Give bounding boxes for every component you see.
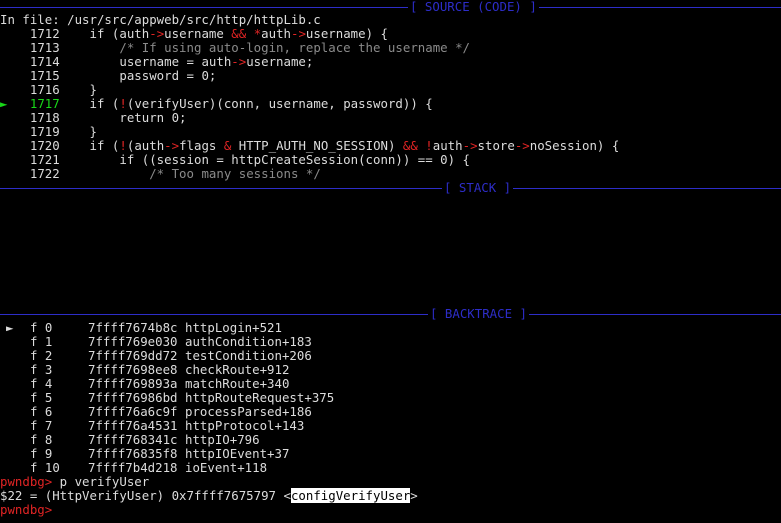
backtrace-frame[interactable]: f 1 7ffff769e030 authCondition+183: [0, 335, 312, 349]
frame-symbol: httpRouteRequest+375: [185, 390, 335, 405]
frame-address: 7ffff769dd72: [88, 348, 178, 363]
console-command-line[interactable]: pwndbg> p verifyUser: [0, 475, 149, 489]
source-line: ► 1717 if (!(verifyUser)(conn, username,…: [0, 97, 433, 111]
frame-address: 7ffff769e030: [88, 334, 178, 349]
frame-symbol: processParsed+186: [185, 404, 312, 419]
console-final-prompt: pwndbg>: [0, 502, 53, 517]
frame-address: 7ffff76986bd: [88, 390, 178, 405]
line-number: 1719: [29, 124, 60, 139]
backtrace-frame[interactable]: f 10 7ffff7b4d218 ioEvent+118: [0, 461, 267, 475]
console-result-suffix: >: [410, 488, 418, 503]
console-prompt: pwndbg>: [0, 474, 53, 489]
frame-index: f 2: [30, 348, 53, 363]
backtrace-frame[interactable]: f 7 7ffff76a4531 httpProtocol+143: [0, 419, 304, 433]
code-text: /* If using auto-login, replace the user…: [59, 40, 470, 55]
code-text: /* Too many sessions */: [59, 166, 321, 181]
line-number: 1718: [29, 110, 60, 125]
source-line: 1718 return 0;: [0, 111, 187, 125]
frame-index: f 3: [30, 362, 53, 377]
terminal-window[interactable]: [ SOURCE (CODE) ] In file: /usr/src/appw…: [0, 0, 781, 523]
current-frame-marker-icon: ►: [6, 320, 14, 335]
code-text: if (auth->username && *auth->username) {: [59, 26, 388, 41]
stack-separator: [ STACK ]: [0, 181, 781, 195]
code-text: if (!(auth->flags & HTTP_AUTH_NO_SESSION…: [59, 138, 620, 153]
frame-symbol: httpIO+796: [185, 432, 260, 447]
frame-index: f 4: [30, 376, 53, 391]
frame-index: f 8: [30, 432, 53, 447]
source-line: 1712 if (auth->username && *auth->userna…: [0, 27, 388, 41]
line-number: 1716: [29, 82, 60, 97]
line-number: 1715: [29, 68, 60, 83]
source-line: 1721 if ((session = httpCreateSession(co…: [0, 153, 470, 167]
source-line: 1719 }: [0, 125, 97, 139]
line-number: 1712: [29, 26, 60, 41]
source-line: 1714 username = auth->username;: [0, 55, 313, 69]
backtrace-frame[interactable]: f 8 7ffff768341c httpIO+796: [0, 433, 260, 447]
code-text: username = auth->username;: [59, 54, 314, 69]
console-result-line: $22 = (HttpVerifyUser) 0x7ffff7675797 <c…: [0, 488, 418, 503]
frame-address: 7ffff768341c: [88, 432, 178, 447]
source-line: 1713 /* If using auto-login, replace the…: [0, 41, 470, 55]
source-header: [ SOURCE (CODE) ]: [408, 0, 539, 14]
backtrace-frame[interactable]: f 2 7ffff769dd72 testCondition+206: [0, 349, 312, 363]
line-number: 1721: [29, 152, 60, 167]
frame-symbol: ioEvent+118: [185, 460, 268, 475]
console-result-prefix: $22 = (HttpVerifyUser) 0x7ffff7675797 <: [0, 488, 291, 503]
frame-address: 7ffff76a4531: [88, 418, 178, 433]
frame-symbol: matchRoute+340: [185, 376, 290, 391]
stack-header: [ STACK ]: [442, 180, 514, 195]
line-number: 1713: [29, 40, 60, 55]
code-text: }: [59, 82, 98, 97]
frame-address: 7ffff7b4d218: [88, 460, 178, 475]
backtrace-separator: [ BACKTRACE ]: [0, 307, 781, 321]
source-line: 1722 /* Too many sessions */: [0, 167, 321, 181]
code-text: password = 0;: [59, 68, 217, 83]
code-text: return 0;: [59, 110, 187, 125]
line-number: 1714: [29, 54, 60, 69]
frame-index: f 7: [30, 418, 53, 433]
line-number: 1720: [29, 138, 60, 153]
frame-symbol: httpIOEvent+37: [185, 446, 290, 461]
frame-address: 7ffff7698ee8: [88, 362, 178, 377]
console-result-symbol: configVerifyUser: [290, 488, 411, 503]
frame-index: f 5: [30, 390, 53, 405]
backtrace-frame[interactable]: f 9 7ffff76835f8 httpIOEvent+37: [0, 447, 289, 461]
frame-index: f 10: [30, 460, 60, 475]
backtrace-frame[interactable]: ► f 0 7ffff7674b8c httpLogin+521: [0, 321, 282, 335]
source-line: 1716 }: [0, 83, 97, 97]
frame-symbol: testCondition+206: [185, 348, 312, 363]
frame-symbol: checkRoute+912: [185, 362, 290, 377]
line-number: 1722: [29, 166, 60, 181]
console-command: p verifyUser: [52, 474, 150, 489]
source-line: 1715 password = 0;: [0, 68, 217, 83]
frame-index: f 9: [30, 446, 53, 461]
source-line: 1720 if (!(auth->flags & HTTP_AUTH_NO_SE…: [0, 139, 619, 153]
line-number: 1717: [29, 96, 60, 111]
code-text: }: [59, 124, 98, 139]
backtrace-header: [ BACKTRACE ]: [428, 306, 529, 321]
frame-address: 7ffff769893a: [88, 376, 178, 391]
frame-address: 7ffff76a6c9f: [88, 404, 178, 419]
frame-index: f 1: [30, 334, 53, 349]
backtrace-frame[interactable]: f 6 7ffff76a6c9f processParsed+186: [0, 405, 312, 419]
code-text: if ((session = httpCreateSession(conn)) …: [59, 152, 470, 167]
backtrace-frame[interactable]: f 5 7ffff76986bd httpRouteRequest+375: [0, 391, 334, 405]
backtrace-frame[interactable]: f 4 7ffff769893a matchRoute+340: [0, 377, 289, 391]
console-input-line[interactable]: pwndbg>: [0, 503, 52, 517]
frame-address: 7ffff7674b8c: [88, 320, 178, 335]
frame-index: f 6: [30, 404, 53, 419]
source-file-path: In file: /usr/src/appweb/src/http/httpLi…: [0, 12, 321, 27]
backtrace-frame[interactable]: f 3 7ffff7698ee8 checkRoute+912: [0, 363, 289, 377]
frame-symbol: httpLogin+521: [185, 320, 282, 335]
frame-symbol: httpProtocol+143: [185, 418, 305, 433]
frame-address: 7ffff76835f8: [88, 446, 178, 461]
code-text: if (!(verifyUser)(conn, username, passwo…: [59, 96, 433, 111]
frame-symbol: authCondition+183: [185, 334, 312, 349]
frame-index: f 0: [30, 320, 53, 335]
